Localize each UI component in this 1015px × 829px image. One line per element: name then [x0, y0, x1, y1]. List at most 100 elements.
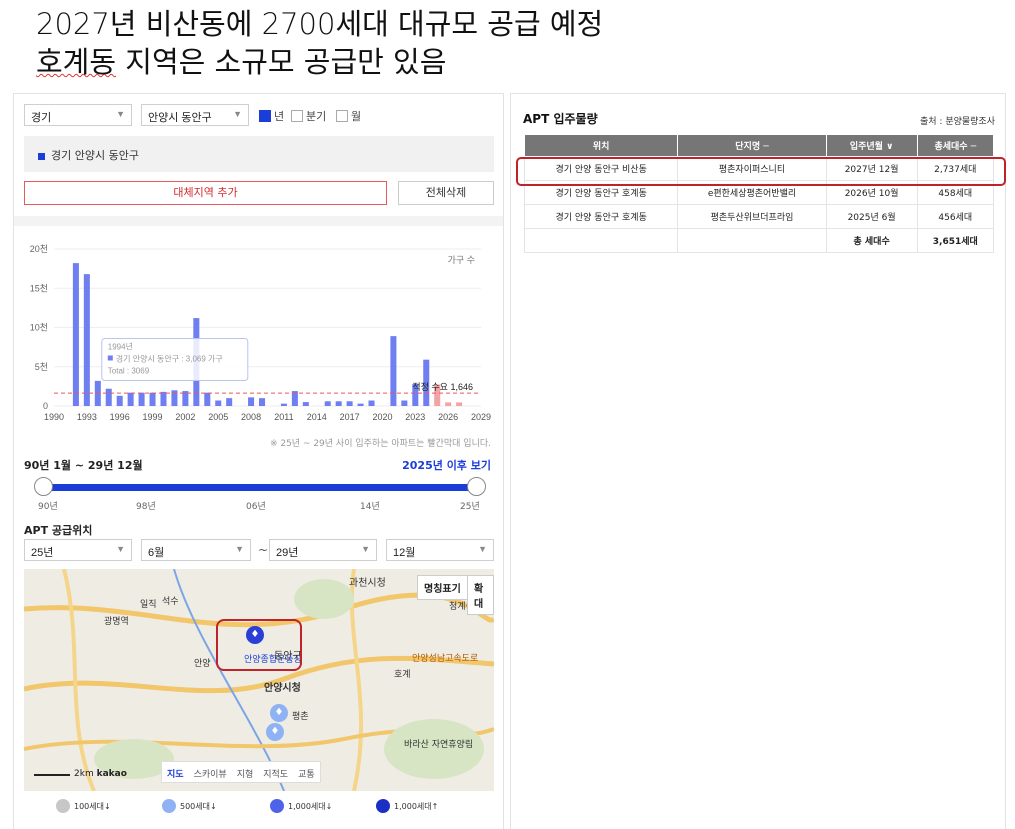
pin-lightblue-icon	[162, 799, 176, 813]
range-slider-track[interactable]	[44, 484, 474, 491]
table-title: APT 입주물량	[523, 112, 598, 126]
district-select[interactable]: 안양시 동안구 ▼	[141, 104, 249, 126]
tooltip-line2: 경기 안양시 동안구 : 3,069 가구	[116, 353, 223, 363]
period-quarter-label: 분기	[306, 111, 327, 123]
x-tick-label: 2005	[208, 412, 228, 422]
demand-label: 적정 수요 1,646	[412, 381, 473, 392]
cell-units: 456세대	[916, 204, 995, 229]
from-year-select[interactable]: 25년 ▼	[24, 539, 132, 561]
cell-location: 경기 안양 동안구 호계동	[523, 204, 679, 229]
legend-item: 500세대↓	[162, 799, 217, 813]
apt-pin-icon[interactable]: ♦	[266, 723, 284, 741]
scale-label: 2km	[74, 769, 94, 779]
after-2025-link[interactable]: 2025년 이후 보기	[402, 457, 491, 473]
range-tick: 06년	[246, 502, 266, 512]
range-tick: 90년	[38, 502, 58, 512]
range-slider-start-handle[interactable]	[34, 477, 53, 496]
tab-terrain[interactable]: 지형	[232, 762, 259, 782]
to-year-value: 29년	[276, 547, 299, 559]
legend-item: 1,000세대↓	[270, 799, 332, 813]
scale-bar	[34, 774, 70, 776]
map-label: 광명역	[104, 617, 129, 627]
bar-2019	[368, 400, 375, 406]
column-header-location[interactable]: 위치	[523, 134, 679, 157]
bar-2011	[280, 403, 287, 406]
bar-2004	[204, 392, 211, 406]
x-tick-label: 2023	[405, 412, 425, 422]
x-tick-label: 1999	[143, 412, 163, 422]
province-value: 경기	[31, 112, 52, 124]
cell-complex: 평촌두산위브더프라임	[677, 204, 827, 229]
tab-map[interactable]: 지도	[162, 762, 189, 782]
bar-2017	[346, 401, 353, 406]
map-label: 일직	[140, 600, 157, 610]
headline-underlined-word: 호계동	[36, 45, 117, 79]
map-background	[24, 569, 494, 791]
map-zoom-button[interactable]: 확대	[467, 575, 494, 615]
bar-2005	[215, 400, 222, 406]
range-tick: 98년	[136, 502, 156, 512]
x-tick-label: 2029	[471, 412, 491, 422]
column-header-date[interactable]: 입주년월 ∨	[825, 134, 918, 157]
bar-2018	[357, 403, 364, 406]
period-quarter-checkbox[interactable]: 분기	[291, 108, 326, 124]
headline-line1: 2027년 비산동에 2700세대 대규모 공급 예정	[36, 7, 604, 41]
left-panel: 경기 ▼ 안양시 동안구 ▼ 년 분기 월 경기 안양시 동안구 대체지역 추가 전…	[13, 93, 504, 829]
tab-cadastral[interactable]: 지적도	[258, 762, 293, 782]
map-name-toggle-button[interactable]: 명칭표기	[417, 575, 468, 600]
cell-date: 2025년 6월	[825, 204, 918, 229]
period-month-checkbox[interactable]: 월	[336, 108, 361, 124]
bar-1997	[127, 392, 134, 406]
to-month-select[interactable]: 12월 ▼	[386, 539, 494, 561]
chevron-down-icon: ▼	[478, 544, 487, 554]
to-year-select[interactable]: 29년 ▼	[269, 539, 377, 561]
x-tick-label: 2011	[274, 412, 293, 422]
checkbox-checked-icon	[259, 110, 271, 122]
x-tick-label: 2008	[241, 412, 261, 422]
column-header-units[interactable]: 총세대수 ─	[916, 134, 995, 157]
range-tick: 14년	[360, 502, 380, 512]
headline-line2: 호계동 지역은 소규모 공급만 있음	[36, 48, 446, 77]
period-year-checkbox[interactable]: 년	[259, 108, 284, 124]
legend-label: 100세대↓	[74, 801, 111, 811]
bar-2013	[302, 402, 309, 406]
pin-darkblue-icon	[376, 799, 390, 813]
bar-2006	[226, 398, 233, 406]
x-tick-label: 2020	[372, 412, 392, 422]
x-tick-label: 2026	[438, 412, 458, 422]
tab-traffic[interactable]: 교통	[293, 762, 320, 782]
highlight-box	[516, 157, 1006, 186]
province-select[interactable]: 경기 ▼	[24, 104, 132, 126]
chevron-down-icon: ▼	[116, 544, 125, 554]
x-tick-label: 1996	[110, 412, 130, 422]
pin-blue-icon	[270, 799, 284, 813]
map-label: 안양성남고속도로	[412, 654, 479, 664]
column-header-complex[interactable]: 단지명 ─	[677, 134, 827, 157]
chart-note: ※ 25년 ~ 29년 사이 입주하는 아파트는 빨간막대 입니다.	[269, 439, 491, 449]
map-label: 호계	[394, 670, 411, 680]
range-slider-end-handle[interactable]	[467, 477, 486, 496]
to-month-value: 12월	[393, 547, 416, 559]
x-tick-label: 1993	[77, 412, 97, 422]
table-row[interactable]: 경기 안양 동안구 호계동 평촌두산위브더프라임 2025년 6월 456세대	[523, 204, 995, 229]
bar-1996	[116, 395, 123, 406]
bar-2000	[160, 391, 167, 406]
series-label: 가구 수	[448, 255, 475, 265]
bar-2016	[335, 401, 342, 406]
supply-bar-chart: 0 5천 10천 15천 20천적정 수요 1,646 1990 1993 1996 1999 2…	[30, 244, 491, 422]
cell-empty	[677, 228, 827, 253]
apt-pin-icon[interactable]: ♦	[270, 704, 288, 722]
add-region-button[interactable]: 대체지역 추가	[24, 181, 387, 205]
y-tick-label: 15천	[30, 283, 48, 293]
selected-region-label: 경기 안양시 동안구	[51, 149, 139, 162]
bar-2027	[456, 402, 463, 406]
range-title: 90년 1월 ~ 29년 12월	[24, 459, 143, 472]
from-month-select[interactable]: 6월 ▼	[141, 539, 251, 561]
supply-location-title: APT 공급위치	[24, 524, 93, 537]
map-type-tabs: 지도 스카이뷰 지형 지적도 교통	[161, 761, 321, 783]
period-month-label: 월	[351, 111, 362, 123]
supply-map[interactable]: 과천시청 안양시청 안양종합운동장 동안구 평촌 바라산 자연휴양림 광명역 안…	[24, 569, 494, 791]
tab-skyview[interactable]: 스카이뷰	[189, 762, 232, 782]
delete-all-button[interactable]: 전체삭제	[398, 181, 494, 205]
legend-label: 500세대↓	[180, 801, 217, 811]
